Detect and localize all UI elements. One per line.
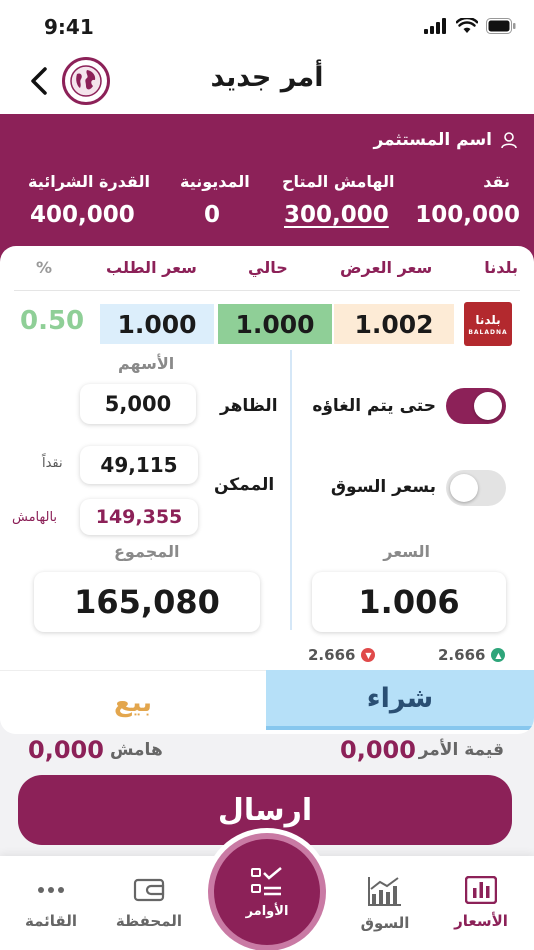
status-time: 9:41 — [44, 15, 94, 39]
nav-portfolio-label: المحفظة — [115, 912, 183, 930]
cash-label: نقد — [483, 172, 510, 191]
wifi-icon — [456, 18, 478, 33]
order-side-tabs: شراء بيع — [0, 670, 534, 734]
nav-market-label: السوق — [360, 914, 410, 932]
market-price-toggle[interactable] — [446, 470, 506, 506]
shares-label: الأسهم — [118, 354, 175, 373]
debt-label: المديونية — [180, 172, 250, 191]
range-down: 2.666 ▼ — [308, 646, 376, 664]
price-input[interactable]: 1.006 — [312, 572, 506, 632]
margin-short-label: بالهامش — [12, 510, 58, 525]
arrow-down-icon: ▼ — [361, 648, 376, 662]
nav-portfolio[interactable]: المحفظة — [104, 876, 194, 930]
purchasing-power-value: 400,000 — [30, 202, 135, 228]
toggle-knob — [474, 392, 502, 420]
until-cancel-label: حتى يتم الغاؤه — [312, 396, 436, 416]
investor-panel: اسم المستثمر نقد 100,000 الهامش المتاح 3… — [0, 114, 534, 264]
total-label: المجموع — [114, 542, 180, 561]
status-icons — [424, 18, 516, 34]
possible-margin-value: 149,355 — [80, 499, 198, 535]
price-label: السعر — [383, 542, 430, 561]
checklist-icon — [251, 866, 282, 895]
investor-name-label: اسم المستثمر — [373, 130, 492, 150]
nav-prices-label: الأسعار — [454, 912, 508, 930]
ask-price[interactable]: 1.002 — [334, 304, 454, 344]
cash-value: 100,000 — [415, 202, 520, 228]
toggle-knob — [450, 474, 478, 502]
more-dots-icon — [38, 887, 64, 893]
stock-logo-ar: بلدنا — [475, 312, 501, 327]
margin-value: 0,000 — [28, 736, 104, 764]
possible-label: الممكن — [214, 475, 275, 495]
globe-icon — [70, 65, 102, 97]
header-divider — [14, 290, 520, 291]
order-value: 0,000 — [340, 736, 416, 764]
range-up-value: 2.666 — [438, 646, 486, 664]
tab-sell[interactable]: بيع — [0, 670, 266, 734]
bar-chart-icon — [465, 876, 497, 904]
current-price[interactable]: 1.000 — [218, 304, 332, 344]
market-price-label: بسعر السوق — [330, 477, 436, 497]
column-percent: % — [36, 258, 53, 277]
arrow-up-icon: ▲ — [491, 648, 506, 662]
cash-short-label: نقداً — [42, 456, 63, 471]
status-bar: 9:41 — [0, 0, 534, 50]
column-bid: سعر الطلب — [106, 258, 197, 277]
battery-icon — [486, 18, 516, 34]
purchasing-power-label: القدرة الشرائية — [28, 172, 150, 191]
user-icon — [501, 132, 517, 149]
column-divider — [290, 350, 292, 630]
until-cancel-toggle[interactable] — [446, 388, 506, 424]
order-card: بلدنا سعر العرض حالي سعر الطلب % بلدنا B… — [0, 246, 534, 734]
margin-available-label: الهامش المتاح — [282, 172, 395, 191]
header: أمر جديد — [0, 50, 534, 114]
nav-prices[interactable]: الأسعار — [436, 876, 526, 930]
nav-orders[interactable]: الأوامر — [214, 839, 320, 945]
change-percent: 0.50 — [20, 306, 85, 336]
tab-buy[interactable]: شراء — [266, 670, 534, 730]
possible-cash-value: 49,115 — [80, 446, 198, 484]
total-value: 165,080 — [34, 572, 260, 632]
stock-logo: بلدنا BALADNA — [464, 302, 512, 346]
column-ask: سعر العرض — [340, 258, 433, 277]
nav-menu[interactable]: القائمة — [6, 876, 96, 930]
nav-orders-label: الأوامر — [245, 903, 289, 919]
column-current: حالي — [248, 258, 288, 277]
stock-logo-en: BALADNA — [468, 328, 508, 336]
signal-icon — [424, 18, 446, 34]
investor-name: اسم المستثمر — [373, 130, 518, 150]
column-stock: بلدنا — [484, 258, 518, 277]
debt-value: 0 — [204, 202, 221, 228]
nav-menu-label: القائمة — [25, 912, 77, 930]
nav-orders-container: الأوامر — [203, 828, 331, 950]
visible-label: الظاهر — [220, 396, 278, 416]
order-value-label: قيمة الأمر — [418, 740, 504, 760]
visible-quantity-input[interactable]: 5,000 — [80, 384, 196, 424]
margin-label: هامش — [110, 740, 163, 760]
range-down-value: 2.666 — [308, 646, 356, 664]
nav-market[interactable]: السوق — [340, 876, 430, 932]
range-up: 2.666 ▲ — [438, 646, 506, 664]
market-chart-icon — [368, 877, 401, 906]
margin-available-value[interactable]: 300,000 — [284, 202, 389, 228]
brand-logo — [62, 57, 110, 105]
chevron-left-icon — [31, 67, 47, 95]
bottom-nav: الأسعار السوق الأوامر المحفظة القائمة — [0, 828, 534, 950]
wallet-icon — [133, 878, 165, 902]
bid-price[interactable]: 1.000 — [100, 304, 214, 344]
back-button[interactable] — [22, 64, 56, 98]
